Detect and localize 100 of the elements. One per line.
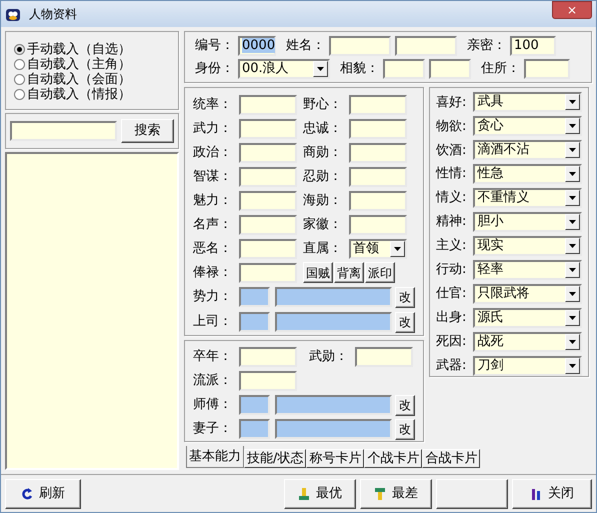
input-field[interactable] — [238, 419, 270, 439]
dropdown[interactable]: 只限武将 — [473, 284, 582, 304]
refresh-icon — [21, 486, 33, 500]
radio-label[interactable]: 自动载入（情报） — [27, 87, 131, 102]
input-field[interactable] — [349, 94, 407, 114]
edit-button[interactable]: 改 — [395, 312, 415, 332]
input-field[interactable] — [275, 395, 392, 415]
field-label: 主义: — [436, 237, 468, 256]
input-field[interactable] — [349, 214, 407, 234]
field-label: 势力： — [193, 288, 233, 306]
close-app-button[interactable]: 关闭 — [512, 478, 592, 508]
dropdown[interactable]: 不重情义 — [473, 188, 582, 208]
input-field[interactable] — [275, 287, 392, 307]
action-button[interactable]: 派印 — [365, 262, 395, 283]
dropdown[interactable]: 胆小 — [473, 212, 582, 232]
field-label: 武勋： — [309, 348, 349, 366]
input-field[interactable] — [349, 142, 407, 162]
edit-button[interactable]: 改 — [395, 418, 415, 440]
dropdown[interactable]: 武具 — [473, 92, 582, 112]
close-button[interactable]: × — [552, 1, 592, 19]
dropdown[interactable]: 刀剑 — [473, 356, 582, 376]
input-field[interactable] — [349, 166, 407, 186]
tab[interactable]: 技能/状态 — [244, 449, 306, 468]
radio-button[interactable] — [14, 89, 25, 100]
field-label: 直属： — [303, 240, 343, 258]
field-label: 名声： — [193, 216, 233, 234]
dropdown[interactable]: 首领 — [349, 238, 407, 258]
input-field[interactable] — [239, 214, 297, 234]
dropdown[interactable]: 滴酒不沾 — [473, 140, 582, 160]
input-field[interactable] — [275, 419, 392, 439]
tab[interactable]: 基本能力 — [186, 446, 244, 468]
dropdown[interactable]: 轻率 — [473, 260, 582, 280]
field-label: 忠诚： — [303, 120, 343, 138]
edit-button[interactable]: 改 — [395, 286, 415, 308]
input-field[interactable] — [524, 58, 570, 78]
field-label: 姓名： — [286, 36, 325, 55]
input-field[interactable] — [239, 238, 297, 258]
duck-icon — [5, 6, 21, 22]
radio-button[interactable] — [14, 74, 25, 85]
tab[interactable]: 个战卡片 — [364, 449, 422, 468]
field-label: 相貌： — [340, 60, 379, 78]
dropdown[interactable]: 贪心 — [473, 116, 582, 136]
input-field[interactable] — [238, 312, 270, 332]
input-field[interactable] — [275, 312, 392, 332]
field-label: 忍勋： — [303, 168, 343, 186]
field-label: 住所： — [481, 60, 520, 78]
tab[interactable]: 合战卡片 — [422, 449, 480, 468]
input-field[interactable] — [329, 36, 391, 56]
radio-button[interactable] — [14, 59, 25, 70]
input-field[interactable] — [349, 190, 407, 210]
dropdown[interactable]: 性急 — [473, 164, 582, 184]
field-label: 身份： — [195, 60, 234, 78]
radio-label[interactable]: 自动载入（会面） — [27, 72, 131, 87]
input-field[interactable] — [239, 371, 297, 391]
dropdown[interactable]: 现实 — [473, 236, 582, 256]
input-field[interactable]: 100 — [510, 36, 556, 56]
input-field[interactable] — [239, 142, 297, 162]
field-label: 武力： — [193, 120, 233, 138]
field-label: 性情: — [436, 165, 468, 184]
toolbar-button[interactable] — [436, 478, 508, 508]
field-label: 海勋： — [303, 192, 343, 210]
field-label: 商勋： — [303, 144, 343, 162]
input-field[interactable]: 0000 — [238, 36, 276, 56]
field-label: 魅力： — [193, 192, 233, 210]
input-field[interactable] — [239, 347, 297, 367]
worst-button[interactable]: 最差 — [360, 478, 432, 508]
dropdown[interactable]: 源氏 — [473, 308, 582, 328]
field-label: 家徽： — [303, 216, 343, 234]
input-field[interactable] — [239, 94, 297, 114]
search-button[interactable]: 搜索 — [121, 119, 174, 143]
input-field[interactable] — [349, 118, 407, 138]
field-label: 上司： — [193, 313, 233, 332]
refresh-button[interactable]: 刷新 — [5, 478, 81, 508]
dropdown[interactable]: 00.浪人 — [238, 58, 330, 78]
input-field[interactable] — [239, 190, 297, 210]
field-label: 物欲: — [436, 118, 468, 136]
input-field[interactable] — [238, 287, 270, 307]
window-title: 人物资料 — [29, 6, 77, 23]
input-field[interactable] — [239, 118, 297, 138]
input-field[interactable] — [238, 395, 270, 415]
action-button[interactable]: 国贼 — [303, 262, 333, 283]
field-label: 精神: — [436, 213, 468, 232]
input-field[interactable] — [239, 166, 297, 186]
field-label: 亲密： — [467, 36, 506, 55]
input-field[interactable] — [355, 347, 413, 367]
field-label: 喜好: — [436, 94, 468, 112]
best-button[interactable]: 最优 — [284, 478, 356, 508]
input-field[interactable] — [10, 121, 118, 141]
radio-label[interactable]: 手动载入（自选） — [27, 42, 131, 57]
input-field[interactable] — [239, 262, 297, 282]
field-label: 仕官: — [436, 285, 468, 304]
action-button[interactable]: 背离 — [334, 262, 364, 283]
dropdown[interactable]: 战死 — [473, 332, 582, 352]
radio-button[interactable] — [14, 44, 25, 55]
edit-button[interactable]: 改 — [395, 394, 415, 416]
input-field[interactable] — [395, 36, 457, 56]
input-field[interactable] — [383, 58, 425, 78]
tab[interactable]: 称号卡片 — [306, 449, 364, 468]
input-field[interactable] — [429, 58, 471, 78]
radio-label[interactable]: 自动载入（主角） — [27, 57, 131, 72]
